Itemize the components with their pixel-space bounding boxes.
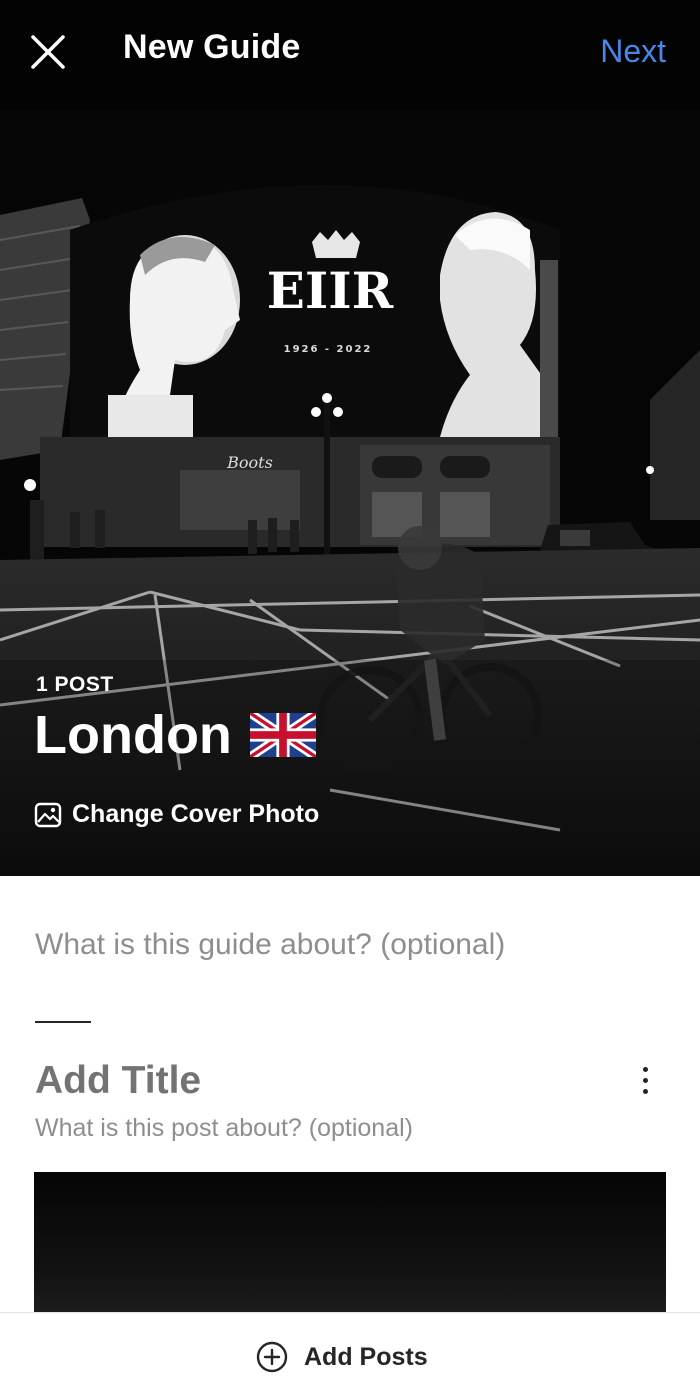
close-icon (31, 35, 65, 69)
svg-text:1926 - 2022: 1926 - 2022 (284, 344, 373, 355)
section-divider (35, 1021, 91, 1023)
post-count: 1 POST (36, 673, 114, 696)
guide-title-text: London (34, 705, 232, 765)
change-cover-label: Change Cover Photo (72, 800, 320, 828)
close-button[interactable] (26, 30, 70, 74)
guide-title[interactable]: London (34, 704, 316, 766)
post-image (34, 1172, 666, 1312)
add-circle-icon (256, 1341, 288, 1373)
more-options-button[interactable] (628, 1060, 662, 1100)
image-icon (34, 802, 62, 827)
add-posts-button[interactable]: Add Posts (256, 1341, 428, 1373)
bottom-bar: Add Posts (0, 1312, 700, 1397)
uk-flag-icon (249, 713, 316, 757)
post-title-input[interactable]: Add Title (35, 1059, 201, 1103)
more-dot (642, 1088, 648, 1094)
add-posts-label: Add Posts (304, 1342, 428, 1371)
next-button[interactable]: Next (600, 33, 666, 70)
guide-description-input[interactable]: What is this guide about? (optional) (35, 928, 665, 962)
page-title: New Guide (123, 28, 301, 66)
more-dot (642, 1066, 648, 1072)
more-dot (642, 1077, 648, 1083)
svg-text:EIIR: EIIR (267, 261, 394, 320)
portrait-right (440, 212, 545, 437)
guide-cover: EIIR 1926 - 2022 Boots New Guide Next 1 … (0, 0, 700, 876)
change-cover-photo-button[interactable]: Change Cover Photo (34, 800, 319, 829)
svg-text:Boots: Boots (226, 453, 273, 472)
top-bar: New Guide Next (0, 0, 700, 100)
post-description-input[interactable]: What is this post about? (optional) (35, 1114, 413, 1143)
